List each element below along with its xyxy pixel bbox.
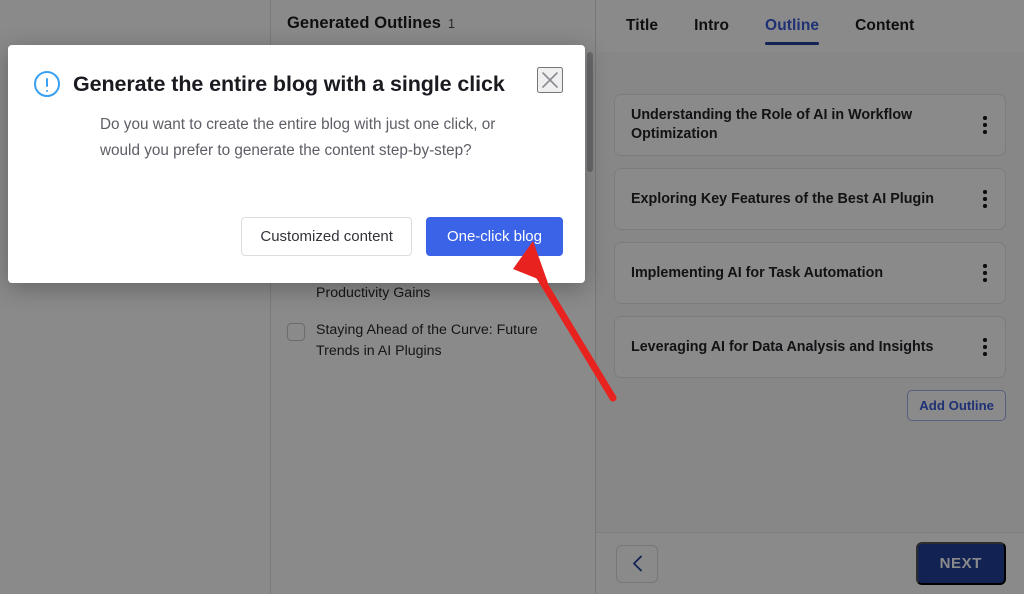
one-click-blog-button[interactable]: One-click blog bbox=[426, 217, 563, 256]
dialog-header: Generate the entire blog with a single c… bbox=[34, 71, 557, 97]
dialog-title: Generate the entire blog with a single c… bbox=[73, 72, 505, 97]
dialog-actions: Customized content One-click blog bbox=[241, 217, 563, 256]
dialog-message: Do you want to create the entire blog wi… bbox=[34, 112, 557, 164]
info-circle-icon bbox=[34, 71, 60, 97]
app-root: Generated Outlines 1 Leveraging AI for D… bbox=[0, 0, 1024, 594]
one-click-blog-dialog: Generate the entire blog with a single c… bbox=[8, 45, 585, 283]
close-icon[interactable] bbox=[537, 67, 563, 93]
customized-content-button[interactable]: Customized content bbox=[241, 217, 412, 256]
